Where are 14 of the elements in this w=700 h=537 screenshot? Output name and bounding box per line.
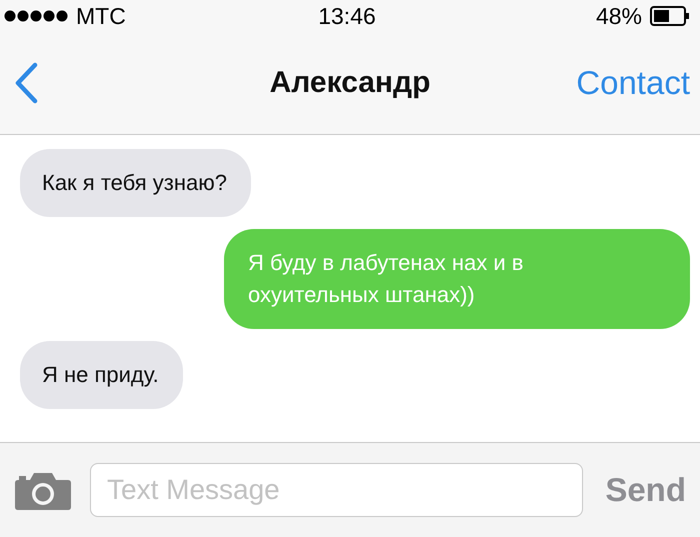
carrier-name: МТС xyxy=(76,2,126,30)
contact-name: Александр xyxy=(270,66,430,100)
battery-percent: 48% xyxy=(596,2,642,30)
received-message: Я не приду. xyxy=(20,341,183,409)
contact-link[interactable]: Contact xyxy=(576,64,690,102)
camera-icon[interactable] xyxy=(14,470,72,510)
send-button[interactable]: Send xyxy=(601,471,690,509)
battery-icon xyxy=(650,6,690,26)
signal-icon xyxy=(4,10,68,22)
received-message: Как я тебя узнаю? xyxy=(20,149,251,217)
clock-time: 13:46 xyxy=(318,2,376,30)
message-field[interactable]: Text Message xyxy=(90,463,584,517)
sent-message: Я буду в лабутенах нах и в охуительных штанах)) xyxy=(224,229,690,329)
back-icon[interactable] xyxy=(14,62,38,104)
